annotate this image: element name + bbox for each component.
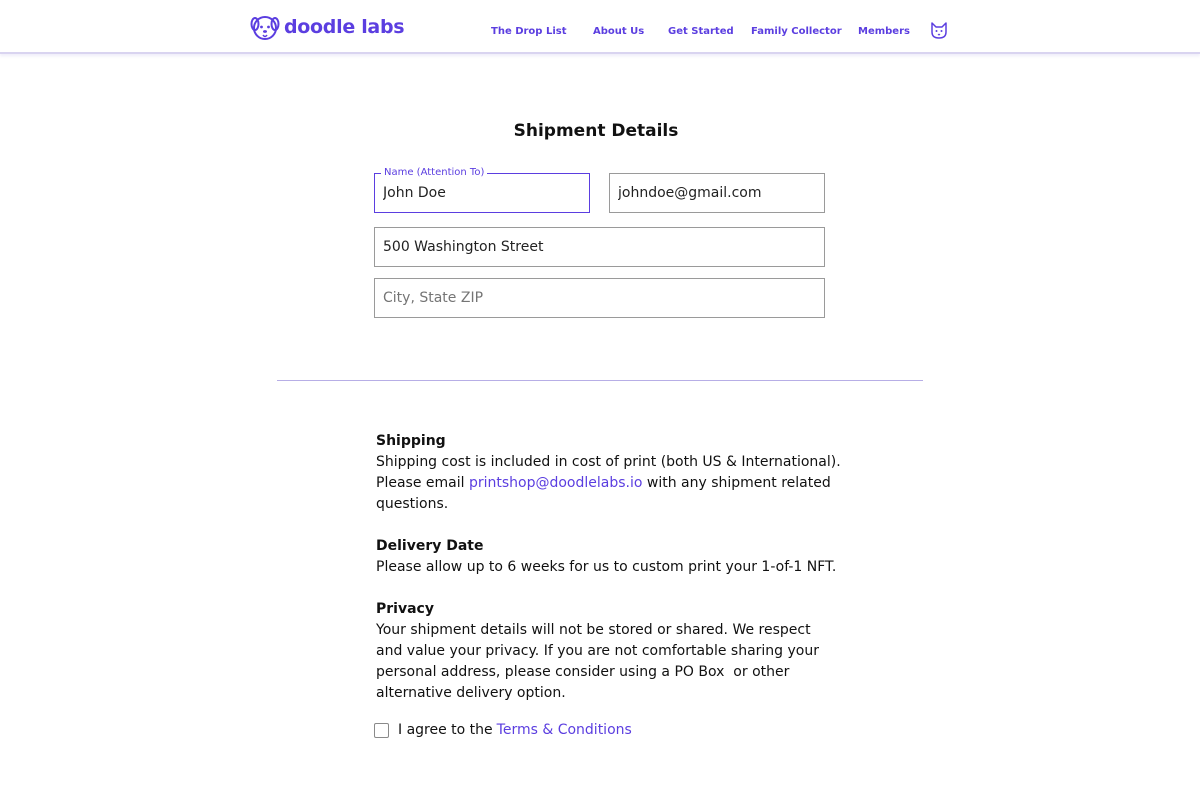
privacy-heading: Privacy [376,601,434,617]
nav-link-the-drop-list[interactable]: The Drop List [491,26,566,37]
street-field[interactable] [374,227,825,267]
doodle-dog-logo-icon [250,16,280,40]
nav-link-about-us[interactable]: About Us [593,26,644,37]
shipping-heading: Shipping [376,433,446,449]
delivery-heading: Delivery Date [376,538,484,554]
nav-link-get-started[interactable]: Get Started [668,26,734,37]
shipping-text: Shipping cost is included in cost of pri… [376,452,846,515]
delivery-section: Delivery Date Please allow up to 6 weeks… [376,536,846,578]
nav-link-members[interactable]: Members [858,26,910,37]
brand-logo[interactable]: doodle labs [250,12,405,42]
name-field-label: Name (Attention To) [381,167,488,179]
delivery-text: Please allow up to 6 weeks for us to cus… [376,559,837,575]
privacy-text: Your shipment details will not be stored… [376,622,824,701]
privacy-section: Privacy Your shipment details will not b… [376,599,826,704]
brand-name: doodle labs [284,16,405,38]
terms-prefix: I agree to the [398,722,493,738]
shipping-section: Shipping Shipping cost is included in co… [376,431,846,515]
city-state-zip-field[interactable] [374,278,825,318]
email-field[interactable] [609,173,825,213]
terms-agreement: I agree to the Terms & Conditions [374,722,632,738]
cat-face-icon[interactable] [929,20,949,40]
printshop-email-link[interactable]: printshop@doodlelabs.io [469,475,642,491]
name-field[interactable]: Name (Attention To) [374,167,590,213]
section-divider [277,380,923,381]
name-input[interactable] [375,174,589,212]
terms-link[interactable]: Terms & Conditions [497,722,632,738]
site-header: doodle labs The Drop List About Us Get S… [0,0,1200,54]
page-title: Shipment Details [513,121,679,141]
shipping-line-1: Shipping cost is included in cost of pri… [376,454,841,470]
city-state-zip-input[interactable] [375,279,824,317]
terms-checkbox[interactable] [374,722,389,738]
nav-link-family-collector[interactable]: Family Collector [751,26,842,37]
email-input[interactable] [610,174,824,212]
shipping-line-2-prefix: Please email [376,475,469,491]
street-input[interactable] [375,228,824,266]
